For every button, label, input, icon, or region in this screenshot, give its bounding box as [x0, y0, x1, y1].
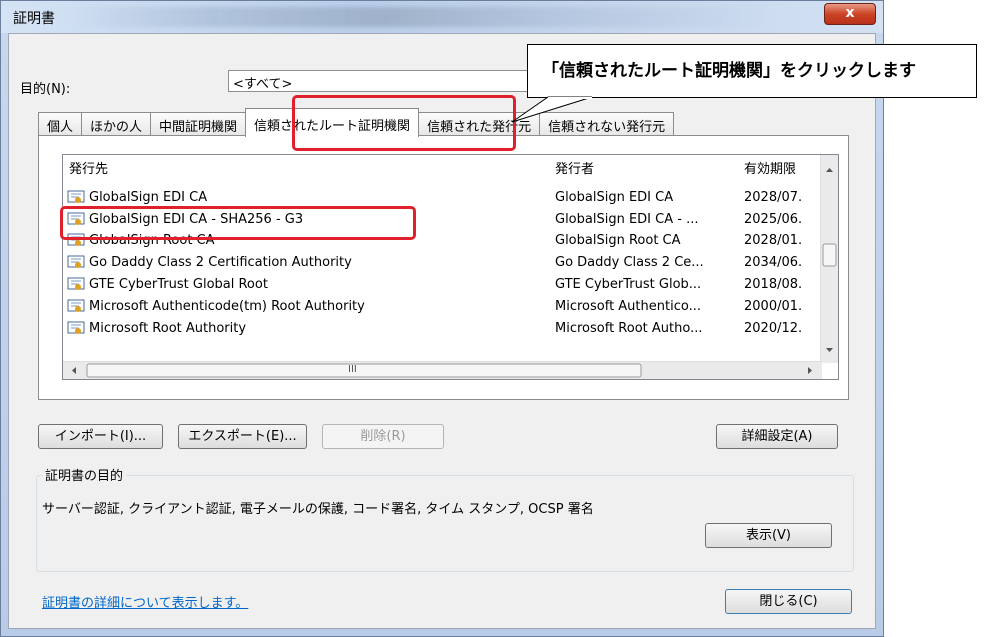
- cell-expires: 2034/06.: [744, 255, 803, 270]
- close-button[interactable]: 閉じる(C): [725, 589, 852, 614]
- table-row[interactable]: GTE CyberTrust Global Root GTE CyberTrus…: [63, 274, 813, 295]
- certificate-list[interactable]: 発行先 発行者 有効期限 GlobalSign EDI CA GlobalSig…: [62, 154, 839, 380]
- purpose-selected-value: <すべて>: [233, 77, 293, 92]
- cell-expires: 2020/12.: [744, 321, 803, 336]
- certificate-icon: [67, 277, 85, 291]
- scroll-down-icon: [826, 348, 833, 352]
- tab-personal[interactable]: 個人: [38, 112, 83, 136]
- certificate-icon: [67, 299, 85, 313]
- certificate-purposes-text: サーバー認証, クライアント認証, 電子メールの保護, コード署名, タイム ス…: [42, 502, 594, 517]
- window-title: 証明書: [13, 11, 55, 27]
- cell-issued-by: GTE CyberTrust Glob...: [555, 277, 702, 292]
- tab-intermediate-ca[interactable]: 中間証明機関: [150, 112, 247, 136]
- cell-issued-by: Go Daddy Class 2 Ce...: [555, 255, 704, 270]
- export-button[interactable]: エクスポート(E)...: [178, 424, 307, 449]
- import-button[interactable]: インポート(I)...: [38, 424, 163, 449]
- certificate-icon: [67, 321, 85, 335]
- view-button[interactable]: 表示(V): [705, 523, 832, 548]
- callout-pointer: [511, 96, 593, 123]
- horizontal-scrollbar-graphic: [72, 363, 812, 378]
- certificate-icon: [67, 190, 85, 204]
- highlight-trusted-root-tab: [292, 95, 516, 151]
- scroll-up-icon: [826, 168, 833, 172]
- cell-expires: 2028/01.: [744, 233, 803, 248]
- certificate-icon: [67, 255, 85, 269]
- certificate-details-link[interactable]: 証明書の詳細について表示します。: [42, 592, 248, 611]
- cell-issued-by: GlobalSign EDI CA: [555, 190, 674, 205]
- column-header-issued-by[interactable]: 発行者: [555, 155, 594, 185]
- table-row[interactable]: Microsoft Authenticode(tm) Root Authorit…: [63, 296, 813, 317]
- cell-issued-by: Microsoft Root Autho...: [555, 321, 703, 336]
- table-row[interactable]: Microsoft Root Authority Microsoft Root …: [63, 318, 813, 339]
- column-header-issued-to[interactable]: 発行先: [69, 155, 108, 185]
- vertical-scroll-thumb: [822, 243, 837, 267]
- purpose-select[interactable]: <すべて>: [228, 70, 528, 92]
- scroll-right-icon: [808, 367, 812, 374]
- table-row[interactable]: Go Daddy Class 2 Certification Authority…: [63, 252, 813, 273]
- highlight-globalsign-row: [60, 206, 416, 240]
- cell-expires: 2028/07.: [744, 190, 803, 205]
- cell-expires: 2000/01.: [744, 299, 803, 314]
- purposes-group-label: 証明書の目的: [42, 465, 127, 484]
- blurred-background-titlebar: [71, 7, 771, 27]
- cell-issued-by: GlobalSign Root CA: [555, 233, 681, 248]
- cell-issued-to: GTE CyberTrust Global Root: [89, 277, 268, 292]
- vertical-scrollbar[interactable]: [820, 155, 838, 363]
- cell-issued-to: GlobalSign EDI CA: [89, 190, 208, 205]
- tab-other-people[interactable]: ほかの人: [81, 112, 152, 136]
- cell-issued-by: GlobalSign EDI CA - ...: [555, 212, 699, 227]
- table-row[interactable]: GlobalSign EDI CA GlobalSign EDI CA 2028…: [63, 187, 813, 208]
- vertical-scrollbar-graphic: [822, 168, 837, 352]
- instruction-callout-text: 「信頼されたルート証明機関」をクリックします: [542, 61, 916, 81]
- title-bar: 証明書 x: [1, 1, 883, 33]
- cell-issued-to: Go Daddy Class 2 Certification Authority: [89, 255, 352, 270]
- scroll-left-icon: [72, 367, 76, 374]
- advanced-button[interactable]: 詳細設定(A): [716, 424, 838, 449]
- column-header-expires[interactable]: 有効期限: [744, 155, 796, 185]
- horizontal-scroll-thumb: [86, 363, 642, 378]
- purpose-label: 目的(N):: [20, 82, 71, 97]
- callout-pointer-shape: [511, 96, 593, 123]
- close-window-button[interactable]: x: [824, 3, 876, 25]
- cell-issued-by: Microsoft Authentico...: [555, 299, 701, 314]
- cell-expires: 2025/06.: [744, 212, 803, 227]
- cell-issued-to: Microsoft Root Authority: [89, 321, 247, 336]
- delete-button[interactable]: 削除(R): [322, 424, 444, 449]
- scroll-thumb-grip: III: [348, 364, 357, 375]
- cell-expires: 2018/08.: [744, 277, 803, 292]
- horizontal-scrollbar[interactable]: III: [63, 361, 822, 379]
- cell-issued-to: Microsoft Authenticode(tm) Root Authorit…: [89, 299, 365, 314]
